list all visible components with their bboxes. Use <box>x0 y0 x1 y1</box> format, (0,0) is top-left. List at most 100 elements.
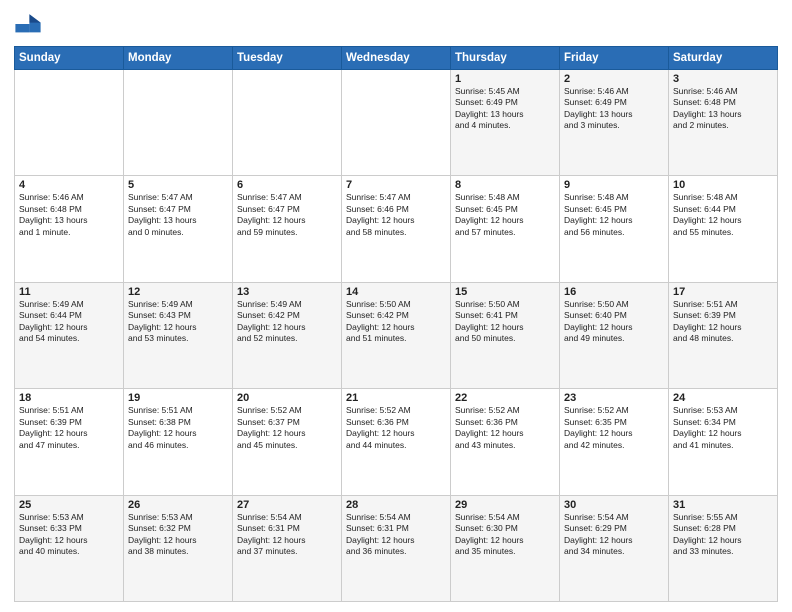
day-number: 26 <box>128 499 228 511</box>
day-cell: 30Sunrise: 5:54 AM Sunset: 6:29 PM Dayli… <box>560 495 669 601</box>
day-number: 13 <box>237 286 337 298</box>
day-info: Sunrise: 5:46 AM Sunset: 6:48 PM Dayligh… <box>673 86 773 132</box>
day-info: Sunrise: 5:47 AM Sunset: 6:47 PM Dayligh… <box>237 192 337 238</box>
day-number: 7 <box>346 179 446 191</box>
calendar-header: SundayMondayTuesdayWednesdayThursdayFrid… <box>15 47 778 70</box>
day-info: Sunrise: 5:53 AM Sunset: 6:32 PM Dayligh… <box>128 512 228 558</box>
day-cell: 1Sunrise: 5:45 AM Sunset: 6:49 PM Daylig… <box>451 70 560 176</box>
header-cell-thursday: Thursday <box>451 47 560 70</box>
day-cell: 8Sunrise: 5:48 AM Sunset: 6:45 PM Daylig… <box>451 176 560 282</box>
day-info: Sunrise: 5:54 AM Sunset: 6:31 PM Dayligh… <box>237 512 337 558</box>
day-cell: 31Sunrise: 5:55 AM Sunset: 6:28 PM Dayli… <box>669 495 778 601</box>
day-info: Sunrise: 5:52 AM Sunset: 6:36 PM Dayligh… <box>455 405 555 451</box>
day-info: Sunrise: 5:47 AM Sunset: 6:47 PM Dayligh… <box>128 192 228 238</box>
day-cell: 27Sunrise: 5:54 AM Sunset: 6:31 PM Dayli… <box>233 495 342 601</box>
day-info: Sunrise: 5:52 AM Sunset: 6:36 PM Dayligh… <box>346 405 446 451</box>
day-cell: 9Sunrise: 5:48 AM Sunset: 6:45 PM Daylig… <box>560 176 669 282</box>
day-number: 8 <box>455 179 555 191</box>
day-number: 11 <box>19 286 119 298</box>
day-cell: 22Sunrise: 5:52 AM Sunset: 6:36 PM Dayli… <box>451 389 560 495</box>
day-info: Sunrise: 5:53 AM Sunset: 6:33 PM Dayligh… <box>19 512 119 558</box>
header <box>14 10 778 38</box>
day-number: 22 <box>455 392 555 404</box>
day-info: Sunrise: 5:45 AM Sunset: 6:49 PM Dayligh… <box>455 86 555 132</box>
day-info: Sunrise: 5:55 AM Sunset: 6:28 PM Dayligh… <box>673 512 773 558</box>
day-number: 21 <box>346 392 446 404</box>
day-info: Sunrise: 5:46 AM Sunset: 6:48 PM Dayligh… <box>19 192 119 238</box>
header-cell-tuesday: Tuesday <box>233 47 342 70</box>
logo-icon <box>14 10 42 38</box>
day-cell <box>124 70 233 176</box>
day-cell: 18Sunrise: 5:51 AM Sunset: 6:39 PM Dayli… <box>15 389 124 495</box>
day-number: 6 <box>237 179 337 191</box>
day-cell <box>233 70 342 176</box>
day-info: Sunrise: 5:54 AM Sunset: 6:30 PM Dayligh… <box>455 512 555 558</box>
calendar-body: 1Sunrise: 5:45 AM Sunset: 6:49 PM Daylig… <box>15 70 778 602</box>
day-info: Sunrise: 5:48 AM Sunset: 6:44 PM Dayligh… <box>673 192 773 238</box>
day-cell: 28Sunrise: 5:54 AM Sunset: 6:31 PM Dayli… <box>342 495 451 601</box>
day-info: Sunrise: 5:52 AM Sunset: 6:35 PM Dayligh… <box>564 405 664 451</box>
day-info: Sunrise: 5:48 AM Sunset: 6:45 PM Dayligh… <box>455 192 555 238</box>
day-number: 23 <box>564 392 664 404</box>
day-cell: 4Sunrise: 5:46 AM Sunset: 6:48 PM Daylig… <box>15 176 124 282</box>
day-number: 12 <box>128 286 228 298</box>
day-number: 1 <box>455 73 555 85</box>
day-info: Sunrise: 5:51 AM Sunset: 6:39 PM Dayligh… <box>673 299 773 345</box>
day-info: Sunrise: 5:46 AM Sunset: 6:49 PM Dayligh… <box>564 86 664 132</box>
day-cell <box>342 70 451 176</box>
day-number: 25 <box>19 499 119 511</box>
day-info: Sunrise: 5:49 AM Sunset: 6:44 PM Dayligh… <box>19 299 119 345</box>
day-cell: 20Sunrise: 5:52 AM Sunset: 6:37 PM Dayli… <box>233 389 342 495</box>
header-cell-monday: Monday <box>124 47 233 70</box>
day-cell: 14Sunrise: 5:50 AM Sunset: 6:42 PM Dayli… <box>342 282 451 388</box>
day-info: Sunrise: 5:50 AM Sunset: 6:40 PM Dayligh… <box>564 299 664 345</box>
day-cell: 21Sunrise: 5:52 AM Sunset: 6:36 PM Dayli… <box>342 389 451 495</box>
day-cell: 26Sunrise: 5:53 AM Sunset: 6:32 PM Dayli… <box>124 495 233 601</box>
day-info: Sunrise: 5:51 AM Sunset: 6:38 PM Dayligh… <box>128 405 228 451</box>
day-cell: 23Sunrise: 5:52 AM Sunset: 6:35 PM Dayli… <box>560 389 669 495</box>
day-info: Sunrise: 5:50 AM Sunset: 6:42 PM Dayligh… <box>346 299 446 345</box>
day-cell: 13Sunrise: 5:49 AM Sunset: 6:42 PM Dayli… <box>233 282 342 388</box>
day-info: Sunrise: 5:51 AM Sunset: 6:39 PM Dayligh… <box>19 405 119 451</box>
day-info: Sunrise: 5:47 AM Sunset: 6:46 PM Dayligh… <box>346 192 446 238</box>
day-number: 3 <box>673 73 773 85</box>
header-cell-wednesday: Wednesday <box>342 47 451 70</box>
day-info: Sunrise: 5:49 AM Sunset: 6:43 PM Dayligh… <box>128 299 228 345</box>
day-number: 9 <box>564 179 664 191</box>
day-number: 10 <box>673 179 773 191</box>
day-number: 20 <box>237 392 337 404</box>
day-number: 16 <box>564 286 664 298</box>
day-cell: 19Sunrise: 5:51 AM Sunset: 6:38 PM Dayli… <box>124 389 233 495</box>
day-info: Sunrise: 5:54 AM Sunset: 6:29 PM Dayligh… <box>564 512 664 558</box>
day-cell: 7Sunrise: 5:47 AM Sunset: 6:46 PM Daylig… <box>342 176 451 282</box>
week-row-4: 25Sunrise: 5:53 AM Sunset: 6:33 PM Dayli… <box>15 495 778 601</box>
day-cell: 2Sunrise: 5:46 AM Sunset: 6:49 PM Daylig… <box>560 70 669 176</box>
day-cell: 10Sunrise: 5:48 AM Sunset: 6:44 PM Dayli… <box>669 176 778 282</box>
day-cell: 3Sunrise: 5:46 AM Sunset: 6:48 PM Daylig… <box>669 70 778 176</box>
header-cell-sunday: Sunday <box>15 47 124 70</box>
day-info: Sunrise: 5:50 AM Sunset: 6:41 PM Dayligh… <box>455 299 555 345</box>
day-number: 15 <box>455 286 555 298</box>
day-cell: 5Sunrise: 5:47 AM Sunset: 6:47 PM Daylig… <box>124 176 233 282</box>
day-number: 24 <box>673 392 773 404</box>
week-row-1: 4Sunrise: 5:46 AM Sunset: 6:48 PM Daylig… <box>15 176 778 282</box>
day-cell: 29Sunrise: 5:54 AM Sunset: 6:30 PM Dayli… <box>451 495 560 601</box>
day-number: 29 <box>455 499 555 511</box>
day-cell: 11Sunrise: 5:49 AM Sunset: 6:44 PM Dayli… <box>15 282 124 388</box>
day-number: 28 <box>346 499 446 511</box>
day-cell: 24Sunrise: 5:53 AM Sunset: 6:34 PM Dayli… <box>669 389 778 495</box>
calendar-table: SundayMondayTuesdayWednesdayThursdayFrid… <box>14 46 778 602</box>
week-row-0: 1Sunrise: 5:45 AM Sunset: 6:49 PM Daylig… <box>15 70 778 176</box>
day-info: Sunrise: 5:54 AM Sunset: 6:31 PM Dayligh… <box>346 512 446 558</box>
day-cell: 25Sunrise: 5:53 AM Sunset: 6:33 PM Dayli… <box>15 495 124 601</box>
day-cell: 6Sunrise: 5:47 AM Sunset: 6:47 PM Daylig… <box>233 176 342 282</box>
day-number: 4 <box>19 179 119 191</box>
day-info: Sunrise: 5:48 AM Sunset: 6:45 PM Dayligh… <box>564 192 664 238</box>
day-number: 18 <box>19 392 119 404</box>
week-row-3: 18Sunrise: 5:51 AM Sunset: 6:39 PM Dayli… <box>15 389 778 495</box>
day-cell: 15Sunrise: 5:50 AM Sunset: 6:41 PM Dayli… <box>451 282 560 388</box>
header-row: SundayMondayTuesdayWednesdayThursdayFrid… <box>15 47 778 70</box>
day-cell <box>15 70 124 176</box>
day-number: 30 <box>564 499 664 511</box>
day-number: 31 <box>673 499 773 511</box>
